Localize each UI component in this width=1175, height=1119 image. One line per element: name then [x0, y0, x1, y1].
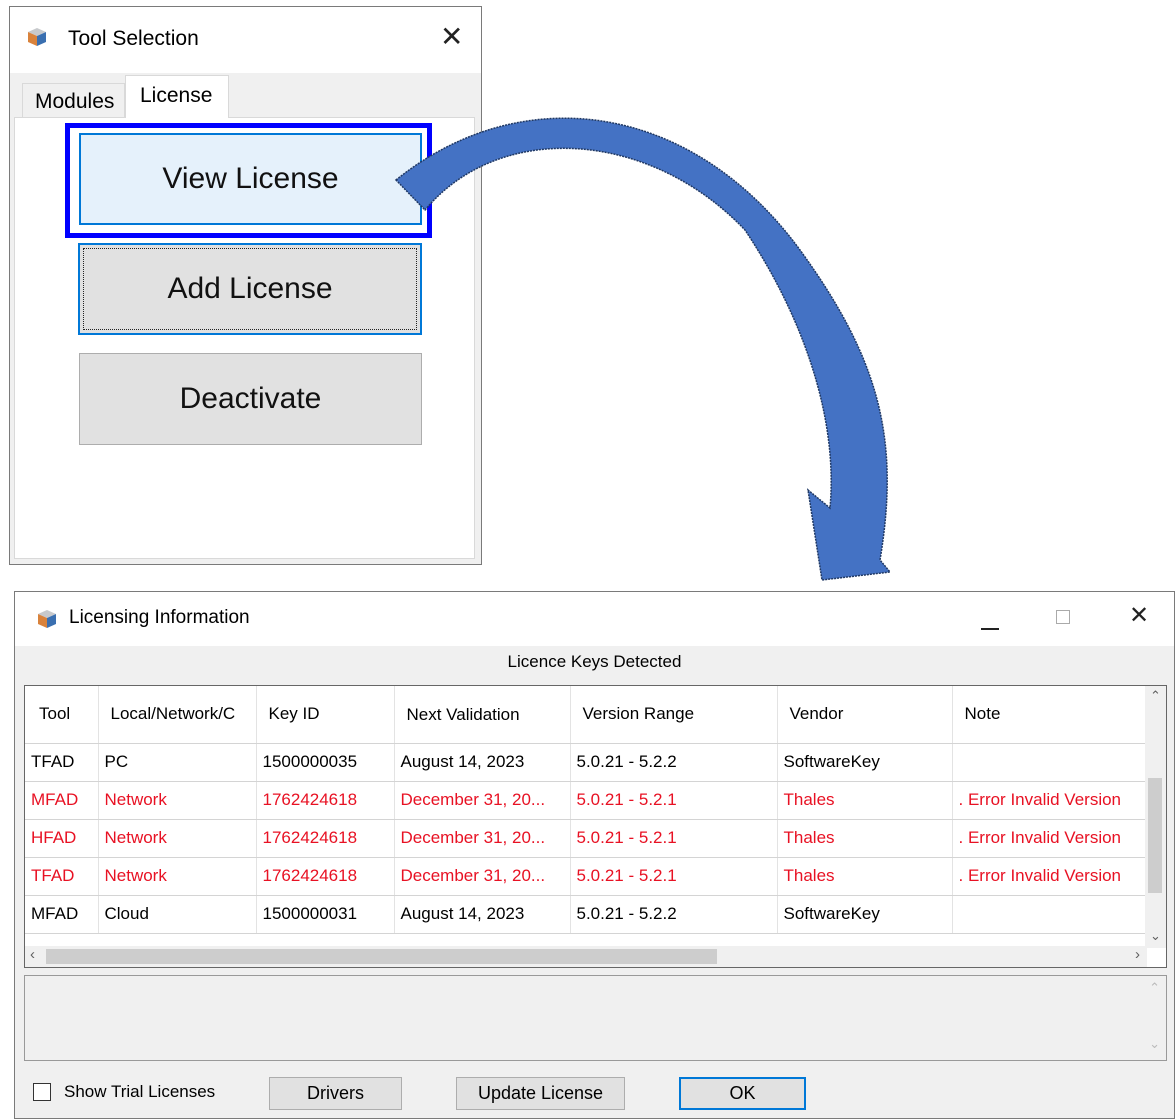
window-title: Tool Selection: [68, 27, 199, 50]
view-license-label: View License: [162, 162, 339, 195]
cell-vendor: Thales: [777, 781, 953, 820]
title-bar: Tool Selection ✕: [10, 7, 481, 73]
cell-type: Cloud: [98, 895, 257, 934]
cell-key-id: 1500000031: [256, 895, 395, 934]
table-row[interactable]: HFAD Network 1762424618 December 31, 20.…: [25, 819, 1147, 858]
tab-license-label: License: [140, 84, 213, 107]
ok-button[interactable]: OK: [679, 1077, 806, 1110]
cell-vendor: Thales: [777, 819, 953, 858]
cell-tool: HFAD: [25, 819, 99, 858]
cell-type: Network: [98, 857, 257, 896]
drivers-label: Drivers: [307, 1083, 364, 1103]
deactivate-label: Deactivate: [179, 382, 322, 415]
column-header[interactable]: Note: [952, 686, 1147, 744]
deactivate-button[interactable]: Deactivate: [79, 353, 422, 445]
maximize-icon[interactable]: [1056, 610, 1070, 624]
cell-tool: MFAD: [25, 781, 99, 820]
column-header[interactable]: Tool: [25, 686, 99, 744]
details-textbox[interactable]: ⌃ ⌄: [24, 975, 1167, 1061]
vertical-scrollbar[interactable]: ⌃ ⌄: [1145, 686, 1166, 948]
cell-vendor: Thales: [777, 857, 953, 896]
cell-next-validation: August 14, 2023: [394, 743, 571, 782]
header-row: Tool Local/Network/C Key ID Next Validat…: [25, 686, 1147, 744]
cell-version-range: 5.0.21 - 5.2.2: [570, 895, 778, 934]
cell-note: . Error Invalid Version: [952, 781, 1147, 820]
title-bar: Licensing Information ✕: [15, 592, 1174, 646]
cell-note: . Error Invalid Version: [952, 819, 1147, 858]
update-license-button[interactable]: Update License: [456, 1077, 625, 1110]
cell-key-id: 1762424618: [256, 781, 395, 820]
drivers-button[interactable]: Drivers: [269, 1077, 402, 1110]
cell-next-validation: December 31, 20...: [394, 781, 571, 820]
cell-next-validation: August 14, 2023: [394, 895, 571, 934]
cell-note: [952, 895, 1147, 934]
column-header[interactable]: Next Validation: [394, 686, 571, 744]
cell-key-id: 1762424618: [256, 857, 395, 896]
cell-note: . Error Invalid Version: [952, 857, 1147, 896]
view-license-button[interactable]: View License: [79, 133, 422, 225]
column-header[interactable]: Vendor: [777, 686, 953, 744]
tab-license[interactable]: License: [125, 75, 229, 118]
update-license-label: Update License: [477, 1083, 604, 1103]
column-header[interactable]: Version Range: [570, 686, 778, 744]
horizontal-scrollbar[interactable]: ‹ ›: [25, 946, 1147, 967]
licensing-information-window: Licensing Information ✕ Licence Keys Det…: [14, 591, 1175, 1119]
vertical-scroll-thumb[interactable]: [1148, 778, 1162, 893]
cell-tool: MFAD: [25, 895, 99, 934]
cell-vendor: SoftwareKey: [777, 895, 953, 934]
cell-key-id: 1500000035: [256, 743, 395, 782]
cell-key-id: 1762424618: [256, 819, 395, 858]
scroll-up-icon[interactable]: ⌃: [1145, 688, 1166, 704]
scroll-down-icon[interactable]: ⌄: [1145, 928, 1166, 944]
app-cube-icon: [28, 28, 46, 46]
cell-type: Network: [98, 819, 257, 858]
table-row[interactable]: TFAD Network 1762424618 December 31, 20.…: [25, 857, 1147, 896]
show-trial-label[interactable]: Show Trial Licenses: [64, 1082, 215, 1102]
cell-version-range: 5.0.21 - 5.2.1: [570, 819, 778, 858]
cell-version-range: 5.0.21 - 5.2.2: [570, 743, 778, 782]
tab-modules-label: Modules: [35, 90, 115, 113]
cell-next-validation: December 31, 20...: [394, 819, 571, 858]
cell-type: PC: [98, 743, 257, 782]
cell-vendor: SoftwareKey: [777, 743, 953, 782]
scroll-down-icon: ⌄: [1149, 1036, 1160, 1051]
app-cube-icon: [38, 610, 56, 628]
cell-note: [952, 743, 1147, 782]
scroll-left-icon[interactable]: ‹: [30, 946, 35, 963]
window-title: Licensing Information: [69, 607, 250, 628]
column-header[interactable]: Key ID: [256, 686, 395, 744]
focus-rectangle: [83, 248, 417, 330]
column-header[interactable]: Local/Network/C: [98, 686, 257, 744]
table-row[interactable]: TFAD PC 1500000035 August 14, 2023 5.0.2…: [25, 743, 1147, 782]
close-icon[interactable]: ✕: [1129, 604, 1149, 628]
table-row[interactable]: MFAD Network 1762424618 December 31, 20.…: [25, 781, 1147, 820]
add-license-button[interactable]: Add License: [78, 243, 422, 335]
license-table: Tool Local/Network/C Key ID Next Validat…: [25, 686, 1147, 934]
grid-caption: Licence Keys Detected: [507, 652, 682, 671]
cell-version-range: 5.0.21 - 5.2.1: [570, 857, 778, 896]
cell-tool: TFAD: [25, 857, 99, 896]
horizontal-scroll-thumb[interactable]: [46, 949, 717, 964]
close-icon[interactable]: ✕: [440, 23, 463, 51]
minimize-icon[interactable]: [981, 628, 999, 630]
table-row[interactable]: MFAD Cloud 1500000031 August 14, 2023 5.…: [25, 895, 1147, 934]
show-trial-checkbox[interactable]: [33, 1083, 51, 1101]
scroll-right-icon[interactable]: ›: [1135, 946, 1140, 963]
tab-modules[interactable]: Modules: [22, 83, 125, 117]
ok-label: OK: [729, 1083, 756, 1103]
license-grid[interactable]: Tool Local/Network/C Key ID Next Validat…: [24, 685, 1167, 968]
tool-selection-window: Tool Selection ✕ Modules License View Li…: [9, 6, 482, 565]
cell-type: Network: [98, 781, 257, 820]
cell-tool: TFAD: [25, 743, 99, 782]
scroll-up-icon: ⌃: [1149, 980, 1160, 995]
cell-next-validation: December 31, 20...: [394, 857, 571, 896]
cell-version-range: 5.0.21 - 5.2.1: [570, 781, 778, 820]
